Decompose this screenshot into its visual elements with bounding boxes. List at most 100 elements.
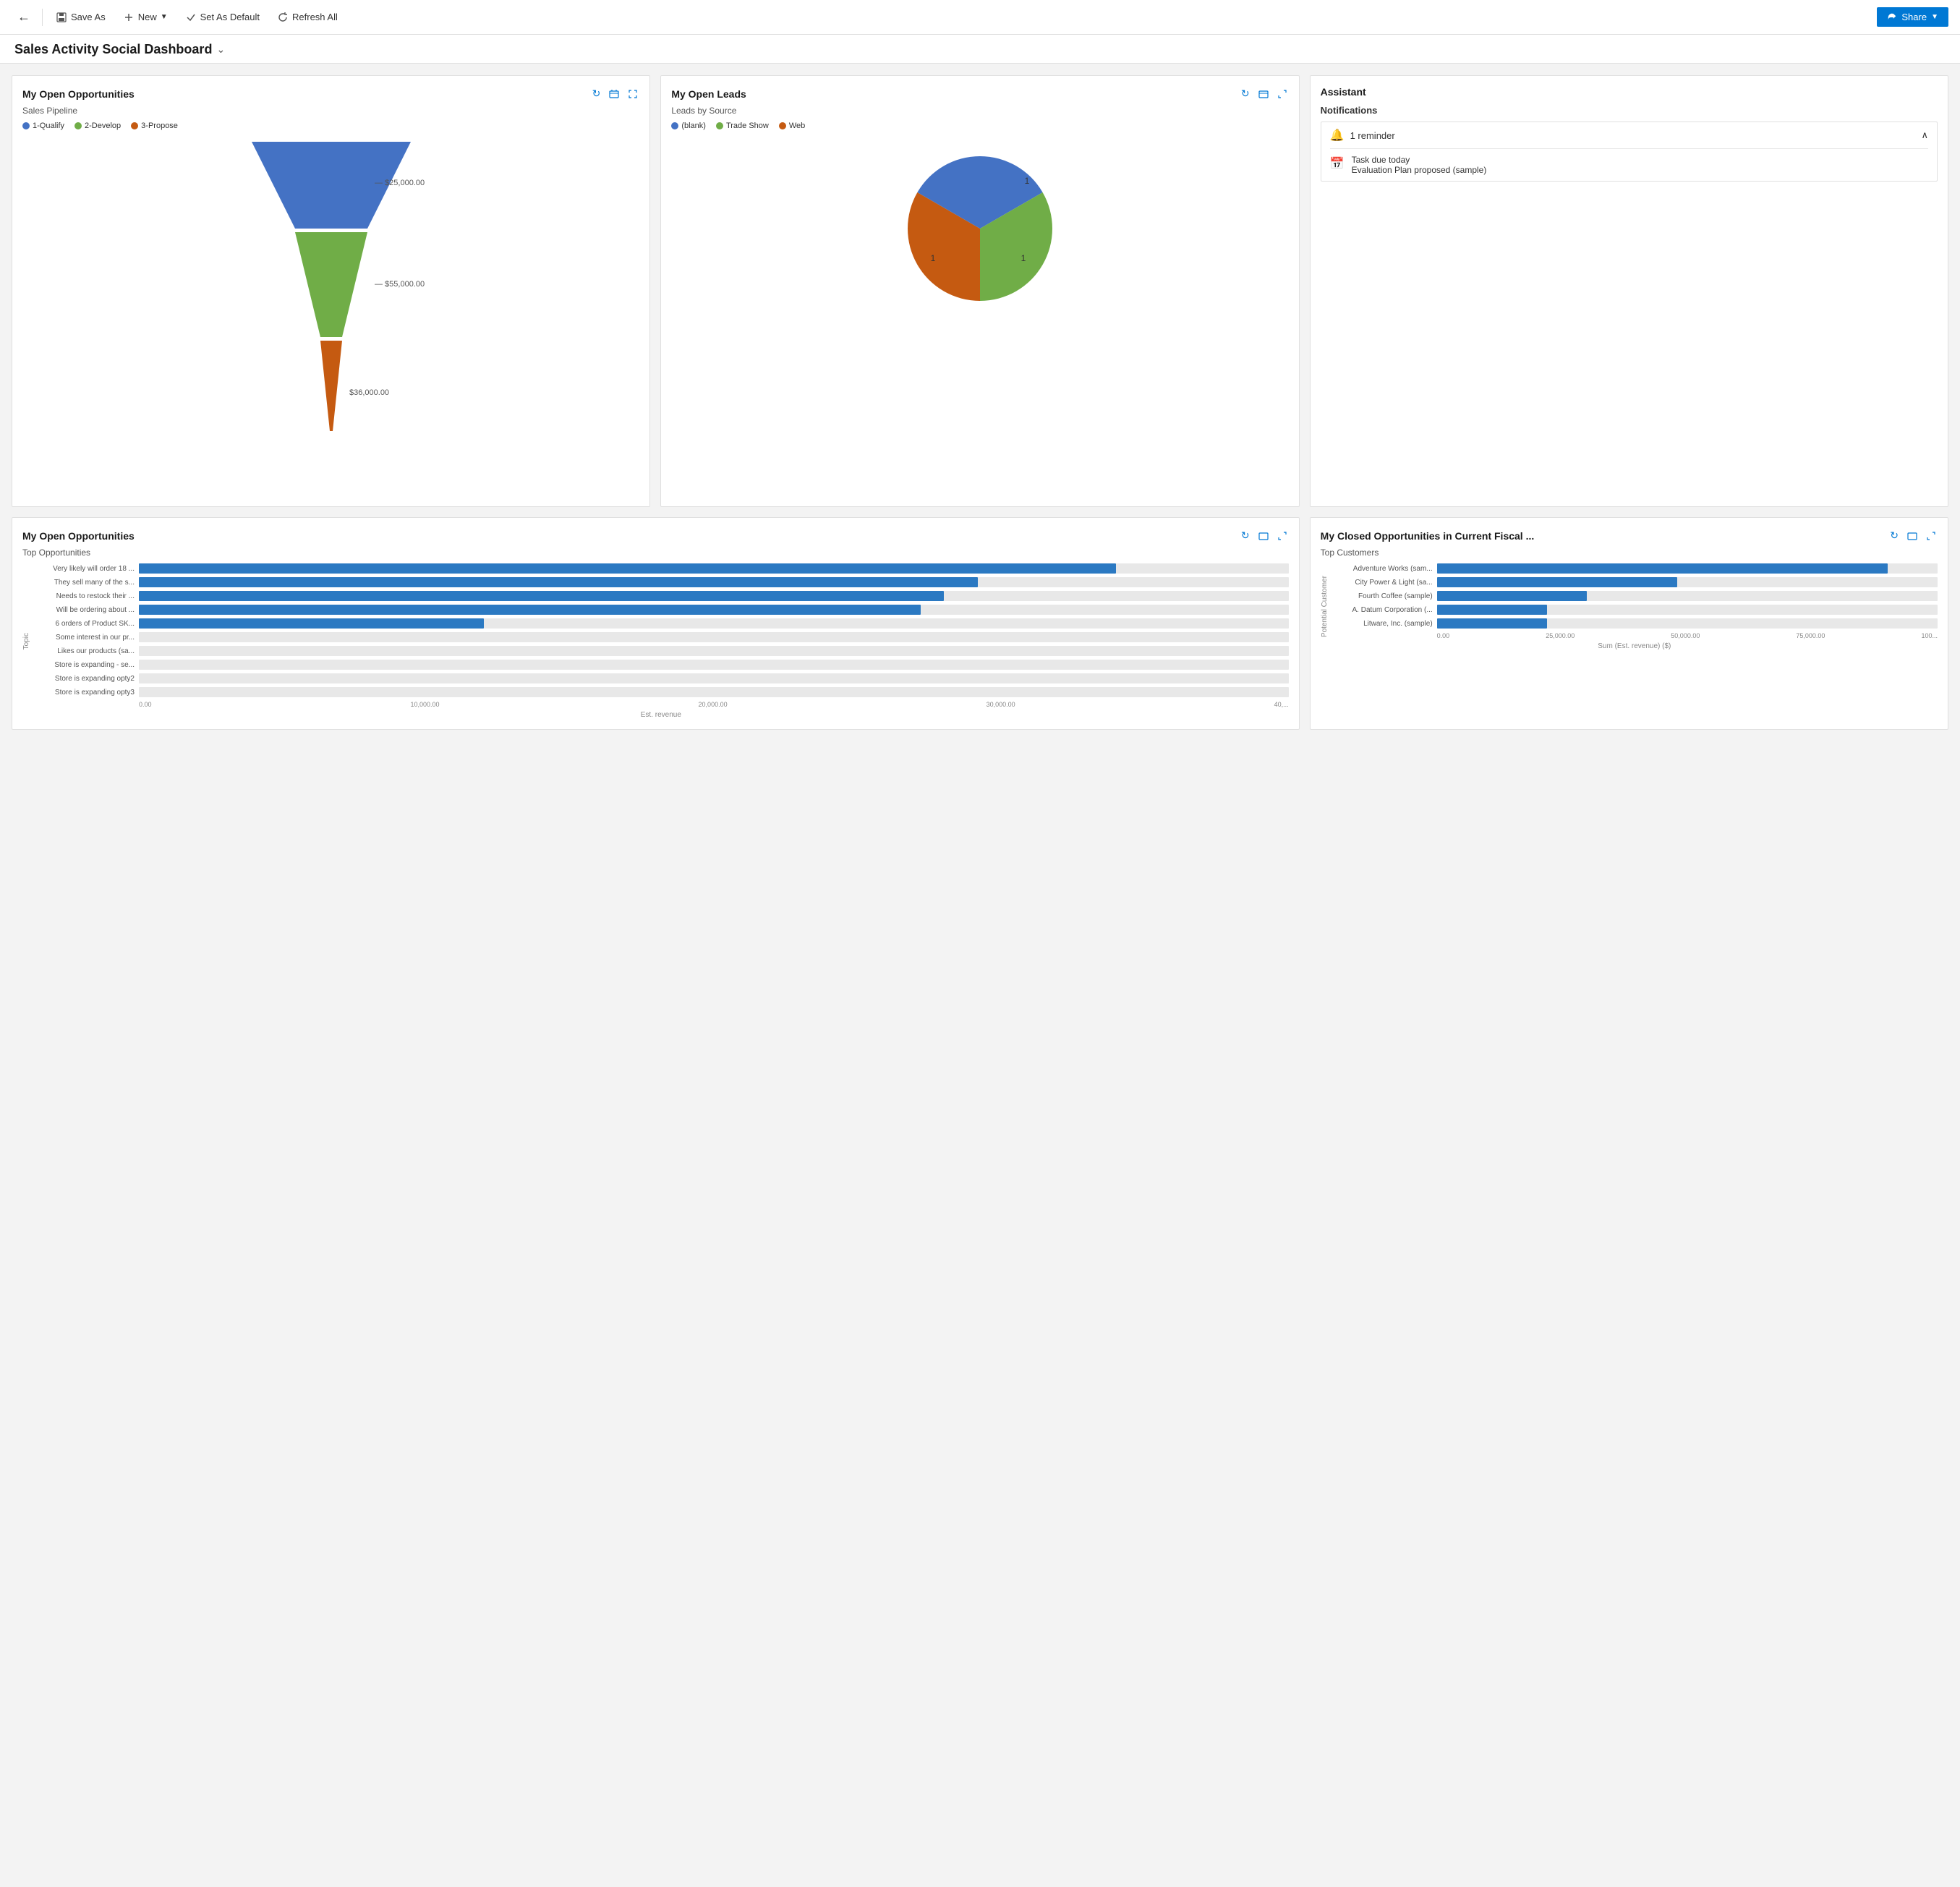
open-opportunities-title: My Open Opportunities <box>22 88 135 100</box>
assistant-header: Assistant <box>1321 86 1938 98</box>
share-chevron-icon: ▼ <box>1931 13 1938 21</box>
open-opportunities-refresh-btn[interactable]: ↻ <box>591 86 602 101</box>
open-leads-title: My Open Leads <box>671 88 746 100</box>
legend-develop-label: 2-Develop <box>85 122 121 130</box>
closed-bar-label-2: City Power & Light (sa... <box>1331 579 1433 587</box>
top-opps-expand-btn[interactable] <box>1276 528 1289 543</box>
new-button[interactable]: New ▼ <box>116 8 175 27</box>
open-leads-refresh-btn[interactable]: ↻ <box>1240 86 1251 101</box>
closed-opportunities-header: My Closed Opportunities in Current Fisca… <box>1321 528 1938 543</box>
closed-opps-export-btn[interactable] <box>1906 528 1919 543</box>
top-opportunities-subtitle: Top Opportunities <box>22 548 1289 558</box>
open-opportunities-export-btn[interactable] <box>608 86 621 101</box>
closed-bar-label-1: Adventure Works (sam... <box>1331 565 1433 573</box>
top-opps-refresh-btn[interactable]: ↻ <box>1240 528 1251 543</box>
closed-bar-label-4: A. Datum Corporation (... <box>1331 606 1433 614</box>
closed-bar-track-5 <box>1437 618 1938 629</box>
legend-propose: 3-Propose <box>131 122 178 130</box>
bar-track-3 <box>139 591 1289 601</box>
set-as-default-button[interactable]: Set As Default <box>178 8 267 27</box>
toolbar: ← Save As New ▼ Set As Default Refresh A… <box>0 0 1960 35</box>
legend-tradeshow-dot <box>716 122 723 129</box>
closed-bar-track-1 <box>1437 563 1938 574</box>
pie-svg: 1 1 1 <box>886 135 1074 323</box>
bar-track-1 <box>139 563 1289 574</box>
legend-tradeshow-label: Trade Show <box>726 122 769 130</box>
save-as-label: Save As <box>71 12 106 22</box>
bar-fill-1 <box>139 563 1116 574</box>
closed-bar-chart: Adventure Works (sam... City Power & Lig… <box>1331 563 1938 629</box>
bar-label-6: Some interest in our pr... <box>33 634 135 642</box>
new-label: New <box>138 12 157 22</box>
svg-text:1: 1 <box>931 253 936 263</box>
legend-propose-label: 3-Propose <box>141 122 178 130</box>
svg-text:— $55,000.00: — $55,000.00 <box>375 280 425 289</box>
closed-bar-track-3 <box>1437 591 1938 601</box>
bar-label-9: Store is expanding opty2 <box>33 675 135 683</box>
legend-blank: (blank) <box>671 122 706 130</box>
top-opportunities-card: My Open Opportunities ↻ Top Opportunitie… <box>12 517 1300 730</box>
bar-label-4: Will be ordering about ... <box>33 606 135 614</box>
task-icon: 📅 <box>1330 156 1345 171</box>
closed-bar-fill-2 <box>1437 577 1677 587</box>
bar-fill-5 <box>139 618 484 629</box>
top-opportunities-title: My Open Opportunities <box>22 530 135 542</box>
bar-fill-3 <box>139 591 944 601</box>
bar-row-8: Store is expanding - se... <box>33 660 1289 670</box>
legend-qualify-label: 1-Qualify <box>33 122 64 130</box>
reminder-header[interactable]: 🔔 1 reminder ∧ <box>1330 128 1928 142</box>
new-icon <box>123 12 135 23</box>
open-opportunities-expand-btn[interactable] <box>626 86 639 101</box>
top-opps-export-btn[interactable] <box>1257 528 1270 543</box>
funnel-chart: — $25,000.00 — $55,000.00 $36,000.00 <box>22 135 639 496</box>
page-title-chevron-icon[interactable]: ⌄ <box>216 43 225 56</box>
open-leads-expand-btn[interactable] <box>1276 86 1289 101</box>
share-button[interactable]: Share ▼ <box>1877 7 1948 27</box>
closed-bar-fill-1 <box>1437 563 1888 574</box>
closed-opps-expand-btn[interactable] <box>1925 528 1938 543</box>
legend-qualify-dot <box>22 122 30 129</box>
closed-bar-row-3: Fourth Coffee (sample) <box>1331 591 1938 601</box>
legend-web-dot <box>779 122 786 129</box>
bar-row-2: They sell many of the s... <box>33 577 1289 587</box>
open-leads-subtitle: Leads by Source <box>671 106 1288 116</box>
y-axis-label: Topic <box>22 633 30 649</box>
closed-bar-row-4: A. Datum Corporation (... <box>1331 605 1938 615</box>
open-opportunities-card: My Open Opportunities ↻ Sales Pipeline 1… <box>12 75 650 507</box>
funnel-svg: — $25,000.00 — $55,000.00 $36,000.00 <box>223 142 440 489</box>
closed-opps-refresh-btn[interactable]: ↻ <box>1888 528 1900 543</box>
task-content: Task due today Evaluation Plan proposed … <box>1352 155 1487 175</box>
closed-opportunities-chart: Potential Customer Adventure Works (sam.… <box>1321 563 1938 650</box>
bar-track-8 <box>139 660 1289 670</box>
page-title-bar: Sales Activity Social Dashboard ⌄ <box>0 35 1960 64</box>
top-opportunities-header: My Open Opportunities ↻ <box>22 528 1289 543</box>
back-button[interactable]: ← <box>12 7 36 27</box>
x-tick-4: 30,000.00 <box>987 701 1015 708</box>
svg-text:1: 1 <box>1021 253 1026 263</box>
closed-y-axis-label: Potential Customer <box>1321 576 1329 637</box>
toolbar-divider-1 <box>42 9 43 26</box>
closed-x-tick-1: 0.00 <box>1437 632 1450 639</box>
legend-develop-dot <box>74 122 82 129</box>
open-leads-export-btn[interactable] <box>1257 86 1270 101</box>
x-tick-3: 20,000.00 <box>699 701 728 708</box>
closed-x-tick-3: 50,000.00 <box>1671 632 1700 639</box>
open-leads-card: My Open Leads ↻ Leads by Source (blank) … <box>660 75 1299 507</box>
bar-label-1: Very likely will order 18 ... <box>33 565 135 573</box>
x-tick-2: 10,000.00 <box>411 701 440 708</box>
legend-blank-label: (blank) <box>681 122 706 130</box>
save-as-button[interactable]: Save As <box>48 8 113 27</box>
task-description: Evaluation Plan proposed (sample) <box>1352 165 1487 175</box>
task-item: 📅 Task due today Evaluation Plan propose… <box>1330 148 1928 175</box>
bar-label-2: They sell many of the s... <box>33 579 135 587</box>
open-opportunities-header: My Open Opportunities ↻ <box>22 86 639 101</box>
legend-blank-dot <box>671 122 678 129</box>
bar-chart: Very likely will order 18 ... They sell … <box>33 563 1289 697</box>
new-chevron-icon: ▼ <box>161 13 168 21</box>
pie-chart: 1 1 1 <box>671 135 1288 325</box>
bar-track-4 <box>139 605 1289 615</box>
notifications-label: Notifications <box>1321 105 1938 116</box>
closed-x-tick-2: 25,000.00 <box>1546 632 1575 639</box>
closed-bar-row-1: Adventure Works (sam... <box>1331 563 1938 574</box>
refresh-all-button[interactable]: Refresh All <box>270 8 345 27</box>
